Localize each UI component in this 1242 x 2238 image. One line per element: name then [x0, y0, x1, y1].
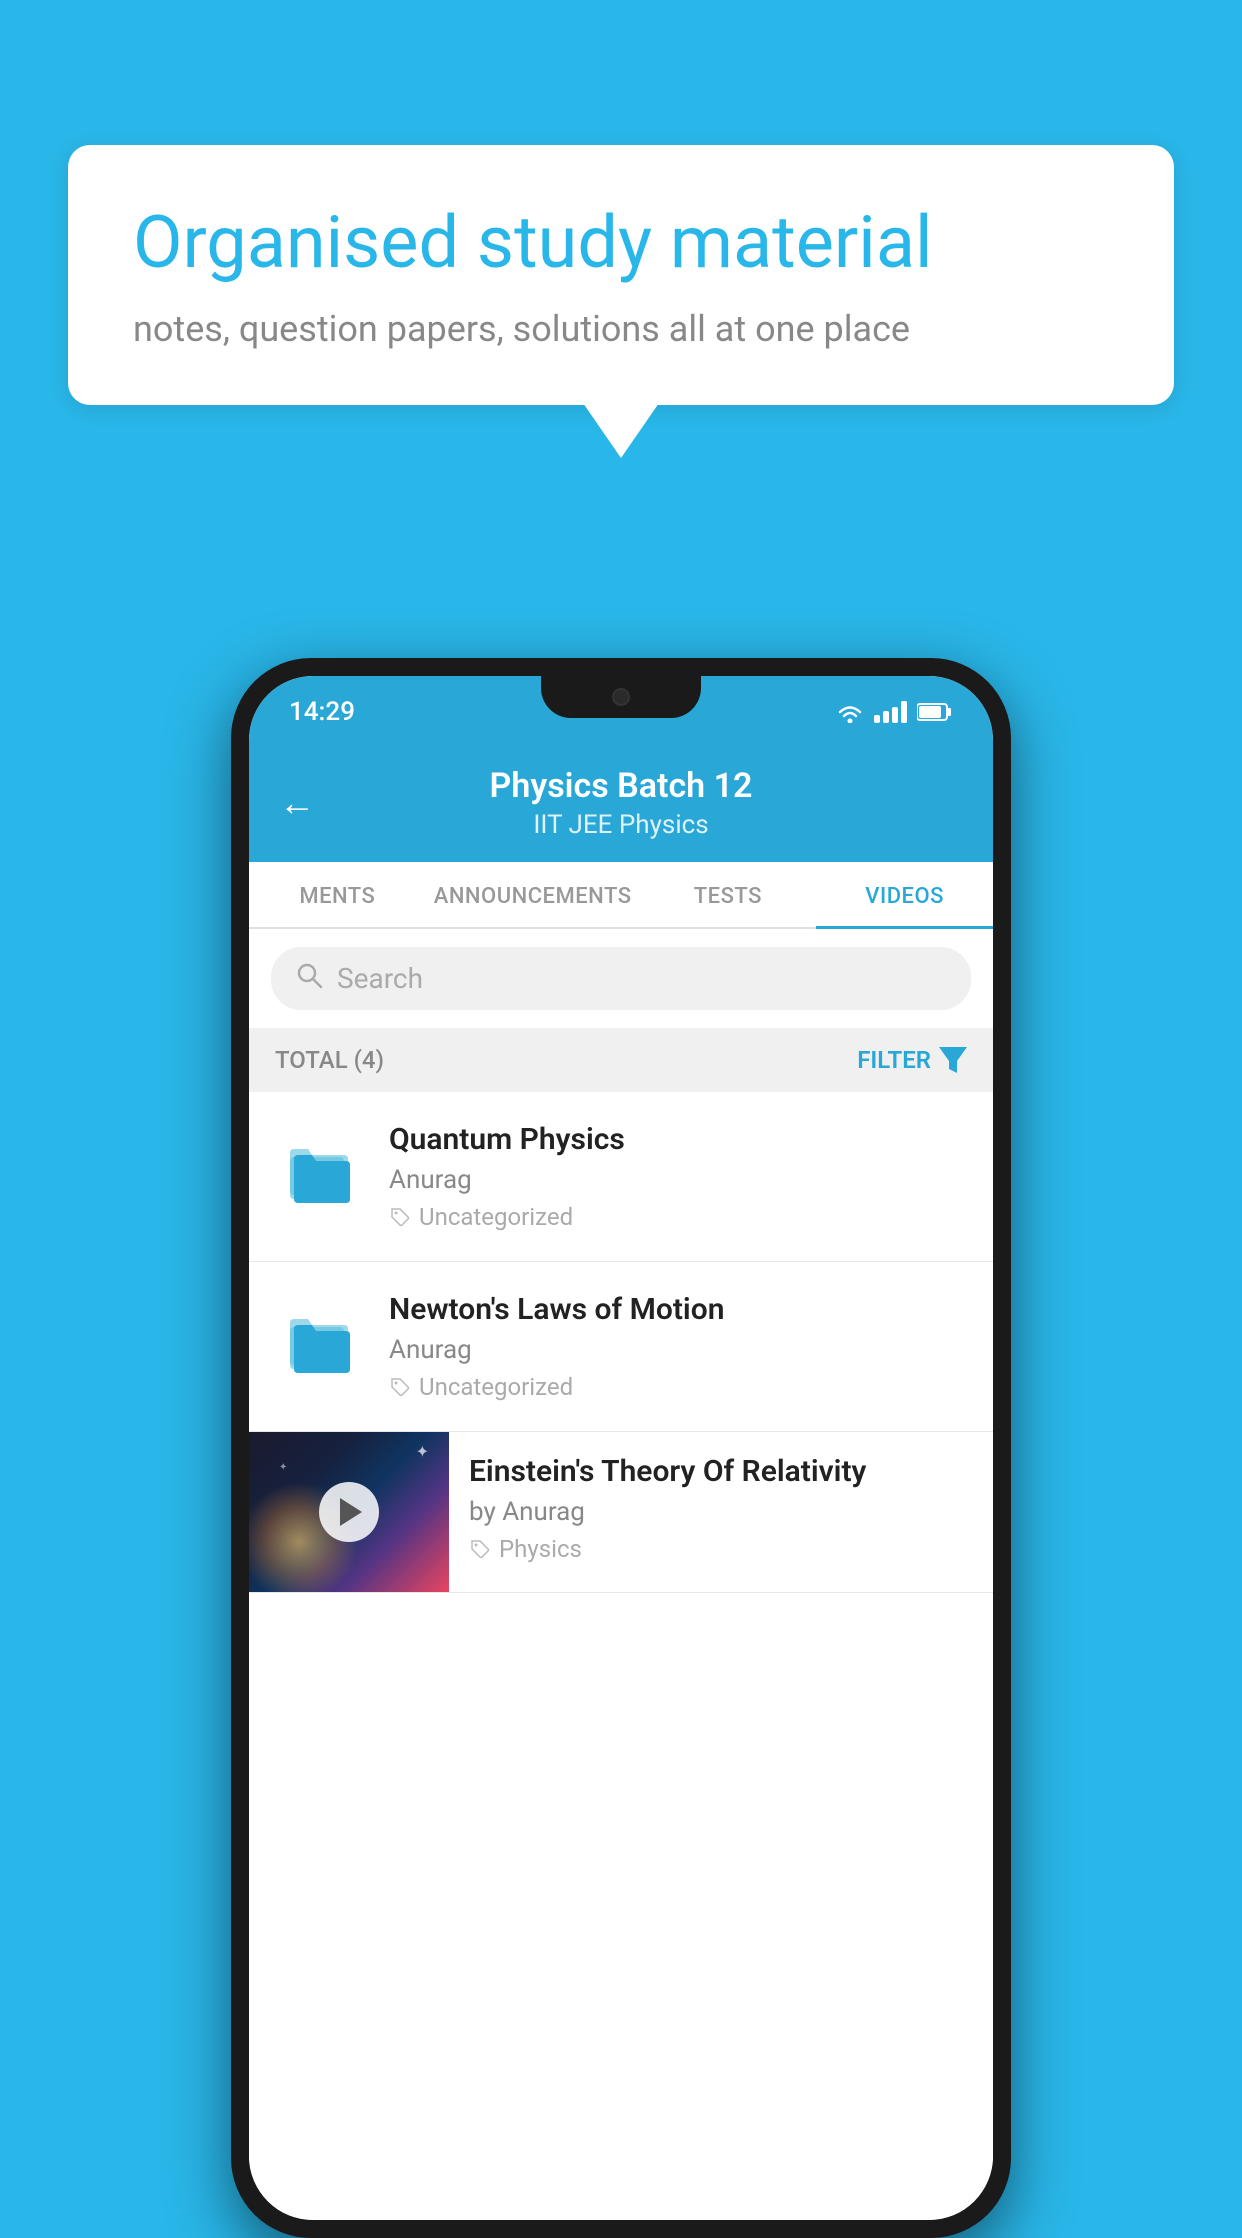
filter-bar: TOTAL (4) FILTER	[249, 1028, 993, 1092]
status-time: 14:29	[289, 697, 355, 727]
tabs-bar: MENTS ANNOUNCEMENTS TESTS VIDEOS	[249, 862, 993, 929]
item-tag: Uncategorized	[389, 1203, 967, 1231]
search-container: Search	[249, 929, 993, 1028]
speech-bubble-title: Organised study material	[133, 200, 1109, 286]
status-bar: 14:29	[249, 676, 993, 748]
status-icons	[836, 701, 953, 723]
play-button[interactable]	[319, 1482, 379, 1542]
list-item[interactable]: Quantum Physics Anurag Uncategorized	[249, 1092, 993, 1262]
tab-announcements[interactable]: ANNOUNCEMENTS	[426, 862, 640, 927]
header-subtitle: IIT JEE Physics	[335, 810, 907, 840]
speech-bubble-arrow	[583, 403, 659, 458]
header-title: Physics Batch 12	[335, 766, 907, 806]
phone-screen: 14:29	[249, 676, 993, 2220]
item-title: Quantum Physics	[389, 1122, 967, 1157]
camera-dot	[612, 688, 630, 706]
folder-icon	[286, 1137, 354, 1205]
tab-videos[interactable]: VIDEOS	[816, 862, 993, 927]
tag-icon	[389, 1376, 411, 1398]
speech-bubble-subtitle: notes, question papers, solutions all at…	[133, 308, 1109, 350]
speech-bubble-card: Organised study material notes, question…	[68, 145, 1174, 405]
back-button[interactable]: ←	[279, 782, 315, 824]
search-bar[interactable]: Search	[271, 947, 971, 1010]
video-title: Einstein's Theory Of Relativity	[469, 1454, 973, 1489]
video-thumbnail: ✦ ✦	[249, 1432, 449, 1592]
tag-icon	[389, 1206, 411, 1228]
folder-icon-wrap	[275, 1126, 365, 1216]
search-placeholder: Search	[337, 962, 423, 995]
notch	[541, 676, 701, 718]
item-tag: Uncategorized	[389, 1373, 967, 1401]
header-title-area: Physics Batch 12 IIT JEE Physics	[335, 766, 907, 840]
filter-icon	[939, 1047, 967, 1073]
folder-icon-wrap	[275, 1296, 365, 1386]
list-item[interactable]: Newton's Laws of Motion Anurag Uncategor…	[249, 1262, 993, 1432]
folder-icon	[286, 1307, 354, 1375]
tag-label: Physics	[499, 1535, 582, 1563]
video-tag: Physics	[469, 1535, 973, 1563]
app-header: ← Physics Batch 12 IIT JEE Physics	[249, 748, 993, 862]
video-info: Einstein's Theory Of Relativity by Anura…	[449, 1432, 993, 1585]
tag-label: Uncategorized	[419, 1203, 573, 1231]
tag-icon	[469, 1538, 491, 1560]
tag-label: Uncategorized	[419, 1373, 573, 1401]
search-icon	[295, 961, 323, 996]
item-info: Newton's Laws of Motion Anurag Uncategor…	[389, 1292, 967, 1401]
total-count: TOTAL (4)	[275, 1046, 384, 1074]
item-info: Quantum Physics Anurag Uncategorized	[389, 1122, 967, 1231]
tab-ments[interactable]: MENTS	[249, 862, 426, 927]
wifi-icon	[836, 701, 864, 723]
item-author: Anurag	[389, 1335, 967, 1365]
tab-tests[interactable]: TESTS	[640, 862, 817, 927]
video-list-item[interactable]: ✦ ✦ Einstein's Theory Of Relativity by A…	[249, 1432, 993, 1593]
item-author: Anurag	[389, 1165, 967, 1195]
filter-button[interactable]: FILTER	[857, 1046, 967, 1074]
video-author: by Anurag	[469, 1497, 973, 1527]
speech-bubble-section: Organised study material notes, question…	[68, 145, 1174, 458]
phone-frame: 14:29	[231, 658, 1011, 2238]
content-list: Quantum Physics Anurag Uncategorized	[249, 1092, 993, 2220]
signal-bars	[874, 701, 907, 723]
play-triangle-icon	[340, 1498, 362, 1526]
item-title: Newton's Laws of Motion	[389, 1292, 967, 1327]
filter-label: FILTER	[857, 1046, 931, 1074]
battery-icon	[917, 702, 953, 722]
